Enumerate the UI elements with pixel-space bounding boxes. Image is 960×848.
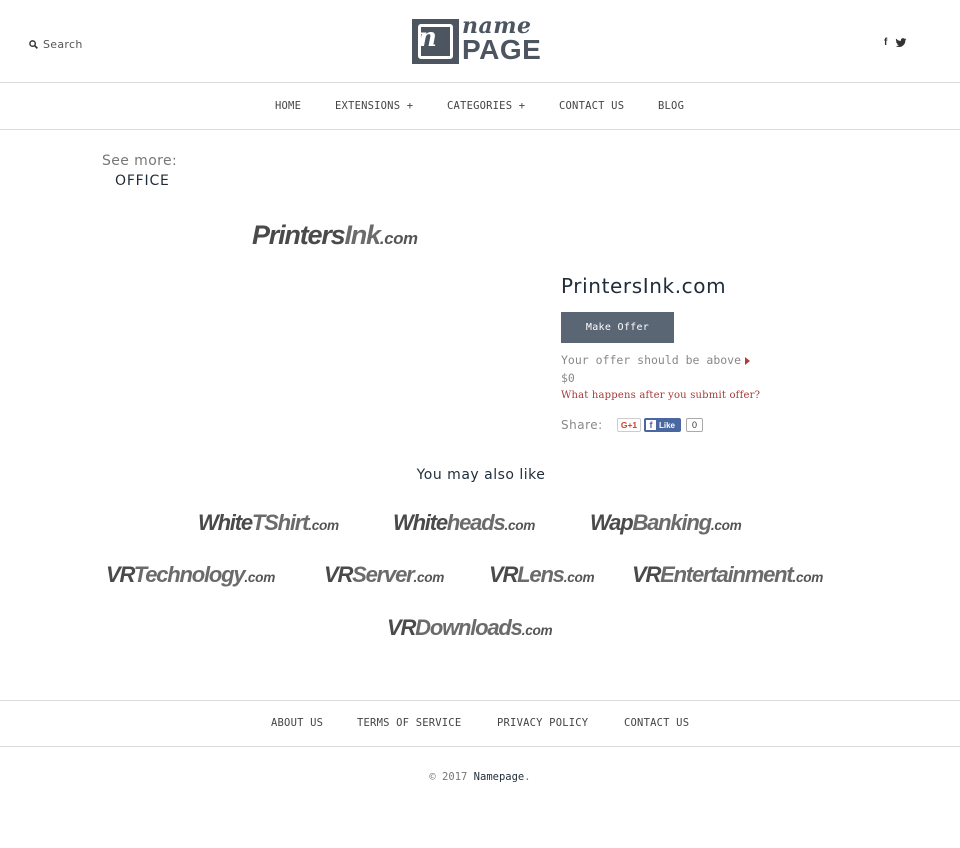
related-logo-part2: Entertainment: [660, 562, 794, 587]
offer-note: Your offer should be above: [561, 353, 742, 367]
related-domain-whiteheads[interactable]: Whiteheads.com: [393, 512, 535, 534]
related-logo-part2: Server: [352, 562, 415, 587]
related-logo-part2: Technology: [133, 562, 246, 587]
footer-about-us[interactable]: ABOUT US: [271, 717, 323, 729]
facebook-like-count: 0: [686, 418, 703, 432]
facebook-icon[interactable]: f: [884, 37, 887, 48]
related-title: You may also like: [416, 467, 546, 483]
related-logo-tld: .com: [413, 570, 445, 585]
logo-word-page: PAGE: [462, 34, 542, 65]
facebook-icon: f: [646, 420, 656, 430]
related-logo-part2: Downloads: [415, 615, 523, 640]
related-logo-tld: .com: [504, 518, 536, 533]
related-domain-whitetshirt[interactable]: WhiteTShirt.com: [198, 512, 339, 534]
related-logo-part2: Banking: [632, 510, 712, 535]
search-trigger[interactable]: Search: [29, 38, 83, 51]
copyright: © 2017 Namepage.: [0, 771, 960, 783]
related-domain-vrtechnology[interactable]: VRTechnology.com: [106, 564, 275, 586]
category-link-office[interactable]: OFFICE: [115, 173, 170, 189]
nav-categories[interactable]: CATEGORIES +: [447, 100, 525, 112]
related-logo-part2: TShirt: [251, 510, 310, 535]
nav-extensions[interactable]: EXTENSIONS +: [335, 100, 413, 112]
related-logo-part1: VR: [489, 562, 518, 587]
related-logo-part1: VR: [387, 615, 416, 640]
social-links: f: [884, 37, 907, 48]
facebook-like-label: Like: [659, 420, 676, 430]
related-logo-part2: heads: [446, 510, 506, 535]
copyright-suffix: .: [524, 771, 531, 783]
product-logo-tld: .com: [379, 229, 418, 248]
logo-mark: n: [412, 19, 459, 64]
search-icon: [29, 40, 38, 49]
offer-help-link[interactable]: What happens after you submit offer?: [561, 390, 760, 401]
related-domain-vrlens[interactable]: VRLens.com: [489, 562, 595, 587]
related-logo-part1: Wap: [590, 510, 634, 535]
share-label: Share:: [561, 418, 603, 432]
related-logo-tld: .com: [521, 623, 553, 638]
make-offer-button[interactable]: Make Offer: [561, 312, 674, 343]
site-logo[interactable]: n name PAGE: [412, 13, 550, 65]
logo-mark-letter: n: [418, 23, 437, 53]
domain-title: PrintersInk.com: [561, 274, 727, 298]
footer-terms-of-service[interactable]: TERMS OF SERVICE: [357, 717, 461, 729]
see-more-label: See more:: [102, 153, 178, 169]
related-domain-vrdownloads[interactable]: VRDownloads.com: [387, 615, 553, 640]
related-domain-vrentertainment[interactable]: VREntertainment.com: [632, 564, 823, 586]
search-label: Search: [43, 38, 83, 51]
product-logo: PrintersInk.com: [252, 222, 418, 249]
footer-contact-us[interactable]: CONTACT US: [624, 717, 689, 729]
footer-privacy-policy[interactable]: PRIVACY POLICY: [497, 717, 588, 729]
related-logo-tld: .com: [792, 570, 824, 585]
nav-blog[interactable]: BLOG: [658, 100, 684, 112]
site-header: Search n name PAGE f: [0, 0, 960, 83]
related-logo-tld: .com: [244, 570, 276, 585]
related-logo-tld: .com: [710, 518, 742, 533]
offer-minimum: $0: [561, 371, 575, 385]
product-logo-part2: Ink: [344, 220, 381, 250]
related-domain-wapbanking[interactable]: WapBanking.com: [590, 510, 742, 535]
related-domain-vrserver[interactable]: VRServer.com: [324, 564, 444, 586]
nav-home[interactable]: HOME: [275, 100, 301, 112]
related-logo-tld: .com: [563, 570, 595, 585]
footer-brand-link[interactable]: Namepage: [474, 771, 525, 783]
caret-right-icon[interactable]: [745, 357, 750, 365]
related-logo-part1: VR: [106, 562, 135, 587]
facebook-like-button[interactable]: f Like: [644, 418, 681, 432]
google-plus-button[interactable]: G+1: [617, 418, 641, 432]
related-logo-part1: VR: [632, 562, 661, 587]
related-logo-part2: Lens: [517, 562, 565, 587]
related-logo-tld: .com: [308, 518, 339, 533]
related-logo-part1: White: [393, 510, 448, 535]
main-nav: HOME EXTENSIONS + CATEGORIES + CONTACT U…: [0, 83, 960, 130]
product-logo-part1: Printers: [252, 220, 346, 250]
related-logo-part1: VR: [324, 562, 353, 587]
nav-contact-us[interactable]: CONTACT US: [559, 100, 624, 112]
related-logo-part1: White: [198, 510, 253, 535]
twitter-icon[interactable]: [895, 37, 907, 48]
footer-nav: ABOUT US TERMS OF SERVICE PRIVACY POLICY…: [0, 700, 960, 747]
copyright-prefix: © 2017: [429, 771, 468, 783]
